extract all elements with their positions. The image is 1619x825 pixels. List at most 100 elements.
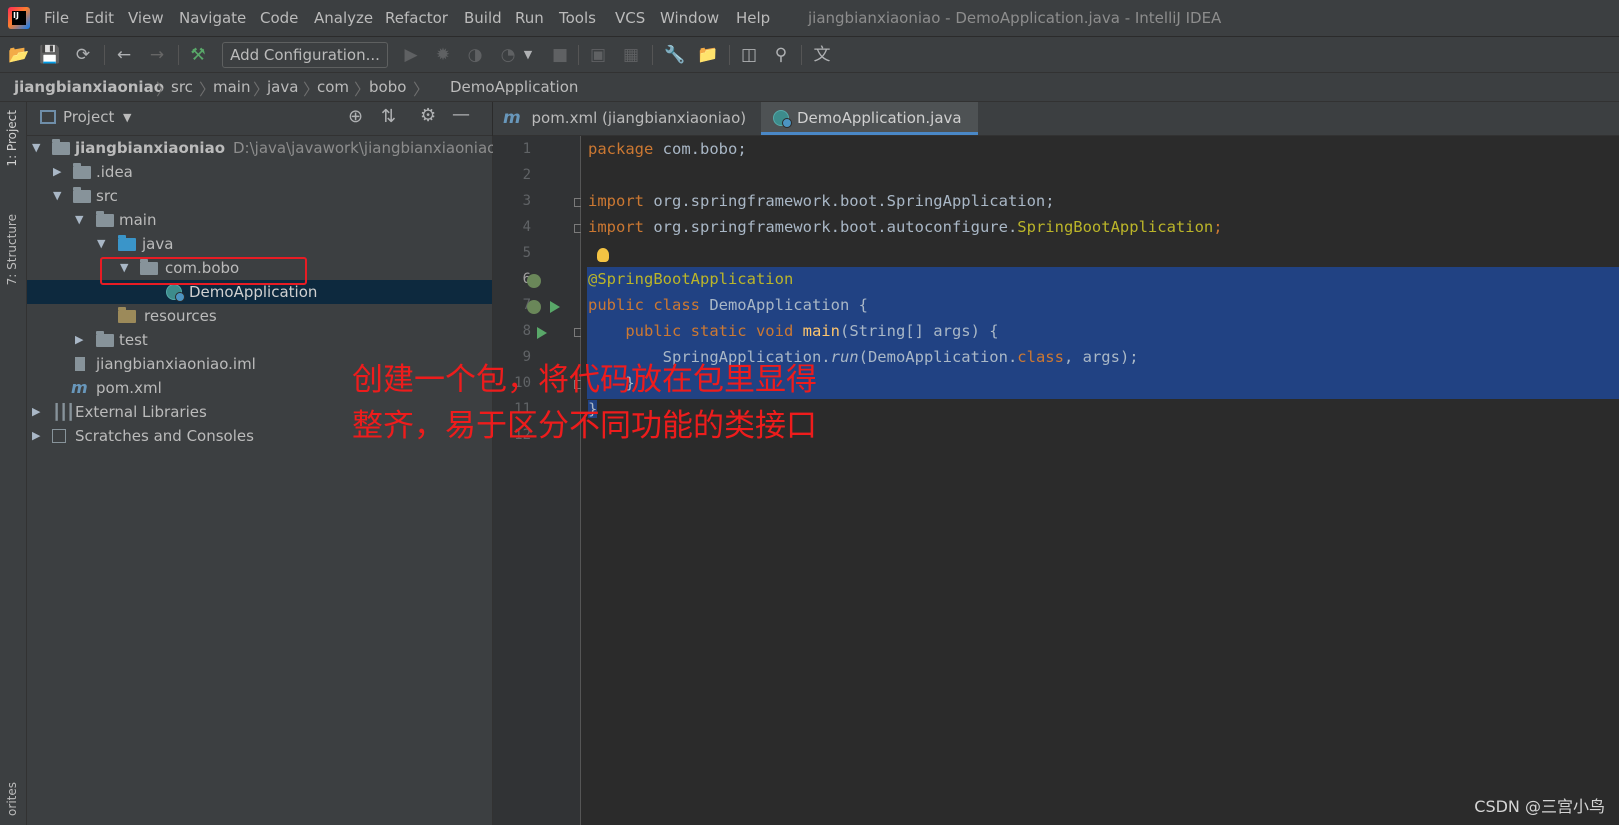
tree-item-main[interactable]: ▼ main [27,208,492,232]
annotation-text-line-1: 创建一个包，将代码放在包里显得 [352,362,817,398]
breadcrumb: jiangbianxiaoniao 〉 src 〉 main 〉 java 〉 … [0,73,1619,170]
run-icon[interactable]: ▶ [400,44,422,66]
tree-item-src[interactable]: ▼ src [27,184,492,208]
coverage-icon[interactable]: ◑ [464,44,486,66]
stop-icon[interactable]: ■ [549,44,571,66]
left-tool-stripe: 1: Project 7: Structure orites [0,102,27,825]
watermark: CSDN @三宫小鸟 [1474,797,1605,816]
expand-arrow-icon[interactable]: ▼ [32,136,40,160]
add-configuration-button[interactable]: Add Configuration... [222,42,388,68]
hide-panel-icon[interactable]: — [452,104,470,125]
back-icon[interactable]: ← [113,44,135,66]
forward-icon[interactable]: → [146,44,168,66]
locate-file-icon[interactable]: ⊕ [348,106,363,127]
project-structure-icon[interactable]: 📁 [697,44,719,66]
menu-vcs[interactable]: VCS [615,9,645,27]
tab-pom-xml[interactable]: m pom.xml (jiangbianxiaoniao) ✕ [493,102,760,160]
tab-demo-application[interactable]: DemoApplication.java ✕ [761,102,978,160]
save-icon[interactable]: 💾 [39,44,61,66]
project-view-icon [40,110,56,124]
tree-label: pom.xml [96,379,162,397]
profile-icon[interactable]: ◔ [497,44,519,66]
maven-icon: m [71,378,88,397]
update-app-icon[interactable]: ▦ [620,44,642,66]
collapse-all-icon[interactable]: ⇅ [381,106,396,127]
breadcrumb-main[interactable]: main [213,78,250,96]
spring-bean-gutter-icon[interactable] [527,300,541,314]
code-line-1: package com.bobo; [588,140,747,158]
search-icon[interactable]: ⚲ [770,44,792,66]
line-number: 4 [522,219,531,235]
tree-label: External Libraries [75,403,207,421]
tree-label: src [96,187,118,205]
menu-build[interactable]: Build [464,9,502,27]
resources-folder-icon [118,307,136,323]
breadcrumb-project[interactable]: jiangbianxiaoniao [14,78,164,96]
project-view-selector[interactable]: Project [63,108,114,126]
expand-arrow-icon[interactable]: ▼ [97,232,105,256]
collapse-arrow-icon[interactable]: ▶ [53,160,61,184]
tree-item-java[interactable]: ▼ java [27,232,492,256]
breadcrumb-class[interactable]: DemoApplication [450,78,578,96]
favorites-tool-button[interactable]: orites [5,782,19,816]
tree-item-resources[interactable]: resources [27,304,492,328]
structure-tool-button[interactable]: 7: Structure [5,214,19,285]
open-folder-icon[interactable]: 📂 [8,44,30,66]
expand-arrow-icon[interactable]: ▼ [53,184,61,208]
menu-run[interactable]: Run [515,9,544,27]
tree-label: jiangbianxiaoniao [75,139,225,157]
breadcrumb-src[interactable]: src [171,78,193,96]
menu-code[interactable]: Code [260,9,298,27]
settings-wrench-icon[interactable]: 🔧 [664,44,686,66]
run-gutter-icon[interactable] [537,327,547,339]
window-title: jiangbianxiaoniao - DemoApplication.java… [808,9,1222,27]
menu-navigate[interactable]: Navigate [179,9,246,27]
spring-bean-gutter-icon[interactable] [527,274,541,288]
chevron-down-icon[interactable]: ▼ [123,111,131,124]
menu-view[interactable]: View [128,9,164,27]
code-editor[interactable] [581,136,1619,825]
terminal-icon[interactable]: ◫ [738,44,760,66]
chevron-down-icon[interactable]: ▼ [517,44,539,66]
menu-analyze[interactable]: Analyze [314,9,373,27]
intellij-logo-icon: IJ [8,7,30,29]
intention-bulb-icon[interactable] [597,248,609,262]
line-number: 8 [522,323,531,339]
tree-item-project-root[interactable]: ▼ jiangbianxiaoniao D:\java\javawork\jian… [27,136,496,160]
tab-label: pom.xml (jiangbianxiaoniao) [531,109,747,127]
highlight-box [100,257,307,285]
tree-label: .idea [96,163,133,181]
breadcrumb-bobo[interactable]: bobo [369,78,406,96]
tree-item-idea[interactable]: ▶ .idea [27,160,492,184]
breadcrumb-java[interactable]: java [267,78,298,96]
tree-item-test[interactable]: ▶ test [27,328,492,352]
annotation-text-line-2: 整齐，易于区分不同功能的类接口 [352,408,817,444]
folder-icon [73,187,91,203]
project-tree: ▼ jiangbianxiaoniao D:\java\javawork\jian… [27,136,496,825]
project-tool-button[interactable]: 1: Project [5,110,19,167]
menu-tools[interactable]: Tools [559,9,596,27]
menu-bar: IJ File Edit View Navigate Code Analyze … [0,0,1619,37]
tree-label: java [142,235,174,253]
collapse-arrow-icon[interactable]: ▶ [75,328,83,352]
folder-icon [73,163,91,179]
collapse-arrow-icon[interactable]: ▶ [32,424,40,448]
menu-help[interactable]: Help [736,9,770,27]
debug-icon[interactable]: ✹ [432,44,454,66]
menu-refactor[interactable]: Refactor [385,9,448,27]
run-gutter-icon[interactable] [550,301,560,313]
menu-edit[interactable]: Edit [85,9,114,27]
attach-debugger-icon[interactable]: ▣ [587,44,609,66]
tree-label: test [119,331,148,349]
expand-arrow-icon[interactable]: ▼ [75,208,83,232]
translate-icon[interactable]: 文 [811,44,833,66]
tree-label: resources [144,307,217,325]
gear-icon[interactable]: ⚙ [420,105,436,126]
menu-file[interactable]: File [44,9,69,27]
sync-icon[interactable]: ⟳ [72,44,94,66]
collapse-arrow-icon[interactable]: ▶ [32,400,40,424]
breadcrumb-com[interactable]: com [317,78,349,96]
code-line-7: public class DemoApplication { [588,296,868,314]
build-hammer-icon[interactable]: ⚒ [187,44,209,66]
menu-window[interactable]: Window [660,9,719,27]
